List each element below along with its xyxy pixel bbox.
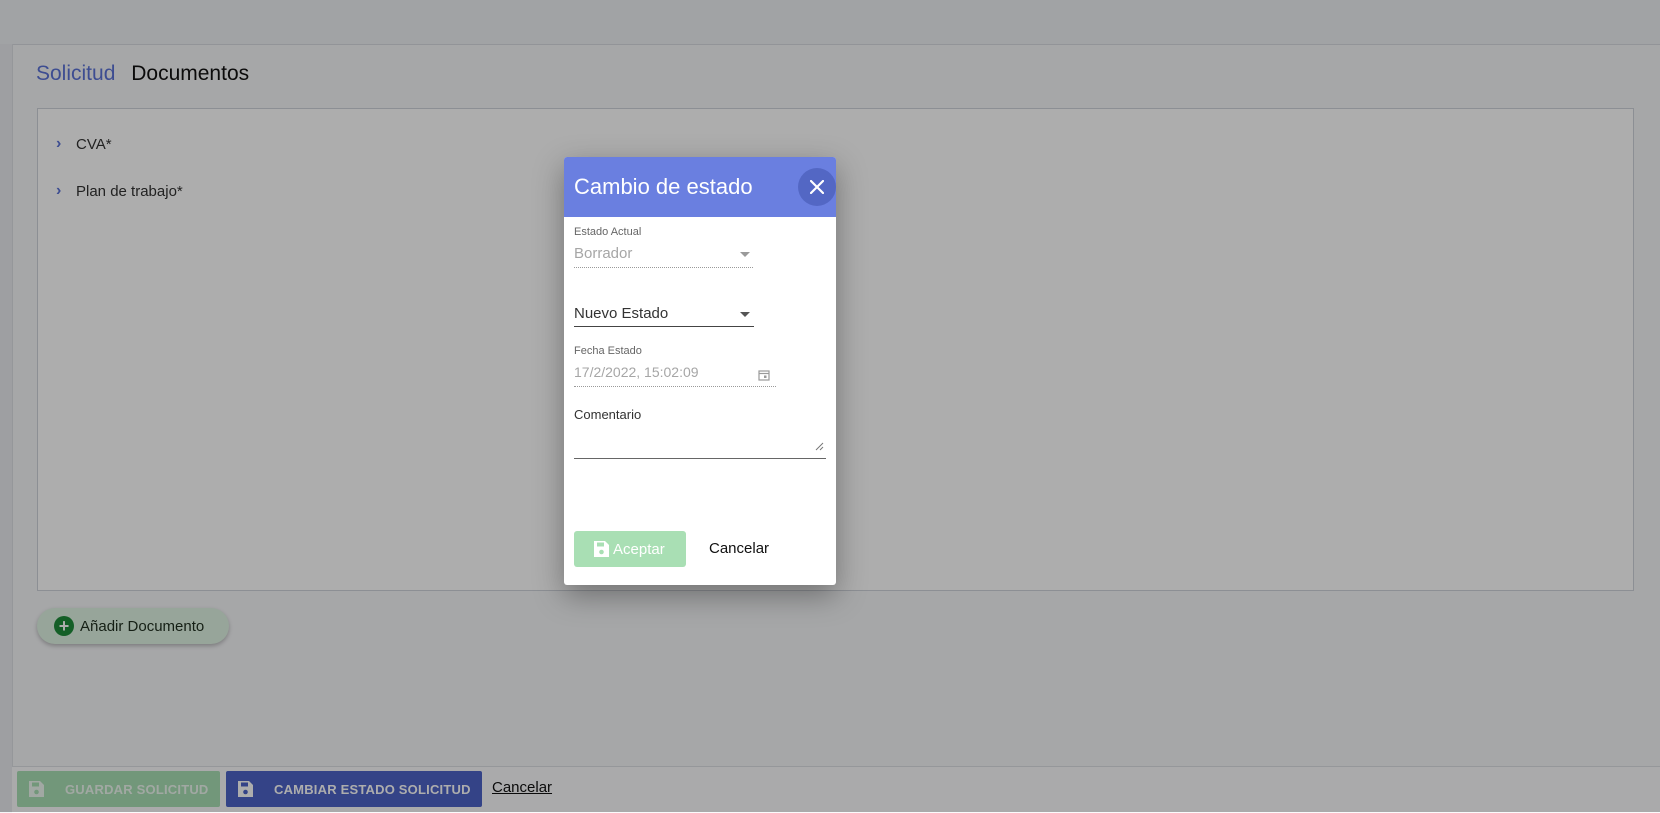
floppy-disk-icon: [592, 540, 610, 558]
state-date-value: 17/2/2022, 15:02:09: [574, 364, 699, 380]
dialog-cancel-button[interactable]: Cancelar: [709, 540, 769, 557]
state-date-label: Fecha Estado: [574, 345, 642, 357]
current-state-field: [574, 267, 753, 268]
resize-handle-icon[interactable]: [815, 438, 824, 456]
close-icon: [810, 180, 824, 194]
new-state-underline: [574, 326, 754, 327]
close-button[interactable]: [798, 168, 836, 206]
comment-textarea[interactable]: [574, 407, 826, 459]
change-state-dialog: Cambio de estado Estado Actual Borrador …: [564, 157, 836, 585]
new-state-select[interactable]: Nuevo Estado: [574, 305, 668, 322]
dialog-header: Cambio de estado: [564, 157, 836, 217]
dialog-title: Cambio de estado: [574, 174, 753, 199]
current-state-label: Estado Actual: [574, 226, 642, 238]
chevron-down-icon: [740, 312, 750, 317]
current-state-value: Borrador: [574, 245, 633, 262]
calendar-icon: [758, 368, 770, 386]
state-date-field: [574, 386, 776, 387]
accept-button[interactable]: Aceptar: [574, 531, 686, 567]
chevron-down-icon: [740, 252, 750, 257]
accept-label: Aceptar: [613, 540, 665, 558]
